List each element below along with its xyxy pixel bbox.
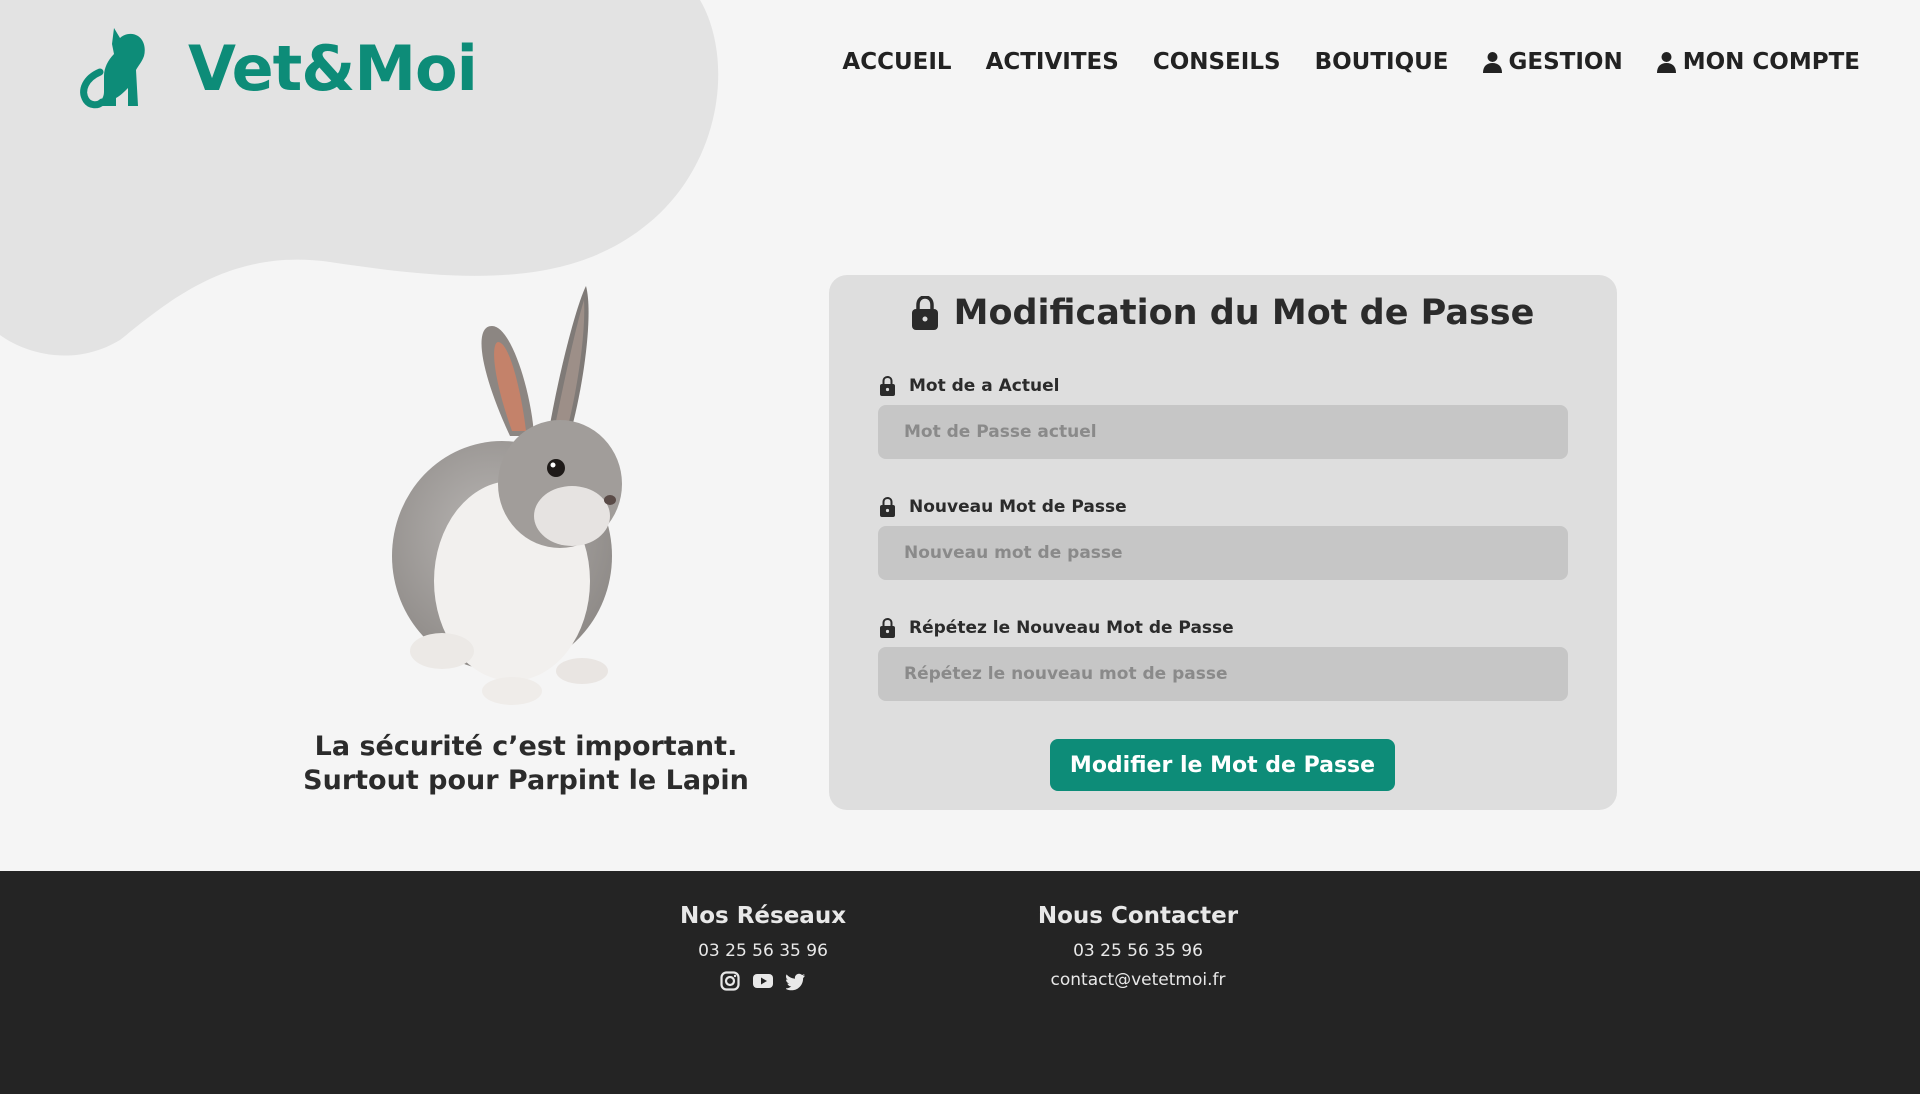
caption-line-1: La sécurité c’est important.: [314, 731, 738, 762]
current-password-label: Mot de a Actuel: [880, 376, 1059, 396]
footer-networks-phone: 03 25 56 35 96: [698, 941, 828, 961]
nav-accueil[interactable]: ACCUEIL: [842, 49, 951, 75]
repeat-password-label-text: Répétez le Nouveau Mot de Passe: [909, 618, 1234, 638]
new-password-label-text: Nouveau Mot de Passe: [909, 497, 1127, 517]
nav-gestion-label: GESTION: [1508, 49, 1623, 75]
password-change-card: Modification du Mot de Passe Mot de a Ac…: [829, 275, 1617, 810]
cat-logo-icon: [80, 28, 145, 109]
instagram-icon[interactable]: [720, 971, 740, 991]
twitter-icon[interactable]: [785, 971, 806, 991]
current-password-input[interactable]: [878, 405, 1568, 459]
footer-contact-title: Nous Contacter: [1037, 903, 1239, 929]
lock-icon: [880, 376, 895, 396]
main-nav: ACCUEIL ACTIVITES CONSEILS BOUTIQUE GEST…: [808, 49, 1860, 75]
rabbit-image: [392, 286, 622, 705]
brand-logo[interactable]: Vet&Moi: [74, 26, 478, 110]
nav-conseils[interactable]: CONSEILS: [1153, 49, 1281, 75]
nav-activites[interactable]: ACTIVITES: [986, 49, 1119, 75]
nav-mon-compte[interactable]: MON COMPTE: [1656, 49, 1860, 75]
hero-caption: La sécurité c’est important. Surtout pou…: [278, 730, 774, 798]
social-icons: [663, 971, 863, 991]
nav-mon-compte-label: MON COMPTE: [1682, 49, 1860, 75]
footer-contact: Nous Contacter 03 25 56 35 96 contact@ve…: [1018, 903, 1258, 990]
user-icon: [1656, 52, 1676, 73]
new-password-label: Nouveau Mot de Passe: [880, 497, 1127, 517]
repeat-password-label: Répétez le Nouveau Mot de Passe: [880, 618, 1234, 638]
footer-networks-title: Nos Réseaux: [679, 903, 847, 929]
form-title: Modification du Mot de Passe: [829, 293, 1617, 333]
youtube-icon[interactable]: [753, 971, 773, 991]
user-icon: [1482, 52, 1502, 73]
lock-icon: [911, 296, 938, 330]
footer: Nos Réseaux 03 25 56 35 96 Nous Contacte…: [0, 871, 1920, 1094]
caption-line-2: Surtout pour Parpint le Lapin: [303, 765, 749, 796]
form-title-text: Modification du Mot de Passe: [953, 293, 1535, 333]
brand-name: Vet&Moi: [188, 31, 478, 105]
footer-contact-email[interactable]: contact@vetetmoi.fr: [1018, 970, 1258, 990]
nav-boutique[interactable]: BOUTIQUE: [1315, 49, 1449, 75]
nav-gestion[interactable]: GESTION: [1482, 49, 1623, 75]
new-password-input[interactable]: [878, 526, 1568, 580]
footer-contact-phone: 03 25 56 35 96: [1073, 941, 1203, 961]
repeat-password-input[interactable]: [878, 647, 1568, 701]
current-password-label-text: Mot de a Actuel: [909, 376, 1060, 396]
lock-icon: [880, 618, 895, 638]
footer-networks: Nos Réseaux 03 25 56 35 96: [663, 903, 863, 991]
submit-password-button[interactable]: Modifier le Mot de Passe: [1050, 739, 1395, 791]
lock-icon: [880, 497, 895, 517]
